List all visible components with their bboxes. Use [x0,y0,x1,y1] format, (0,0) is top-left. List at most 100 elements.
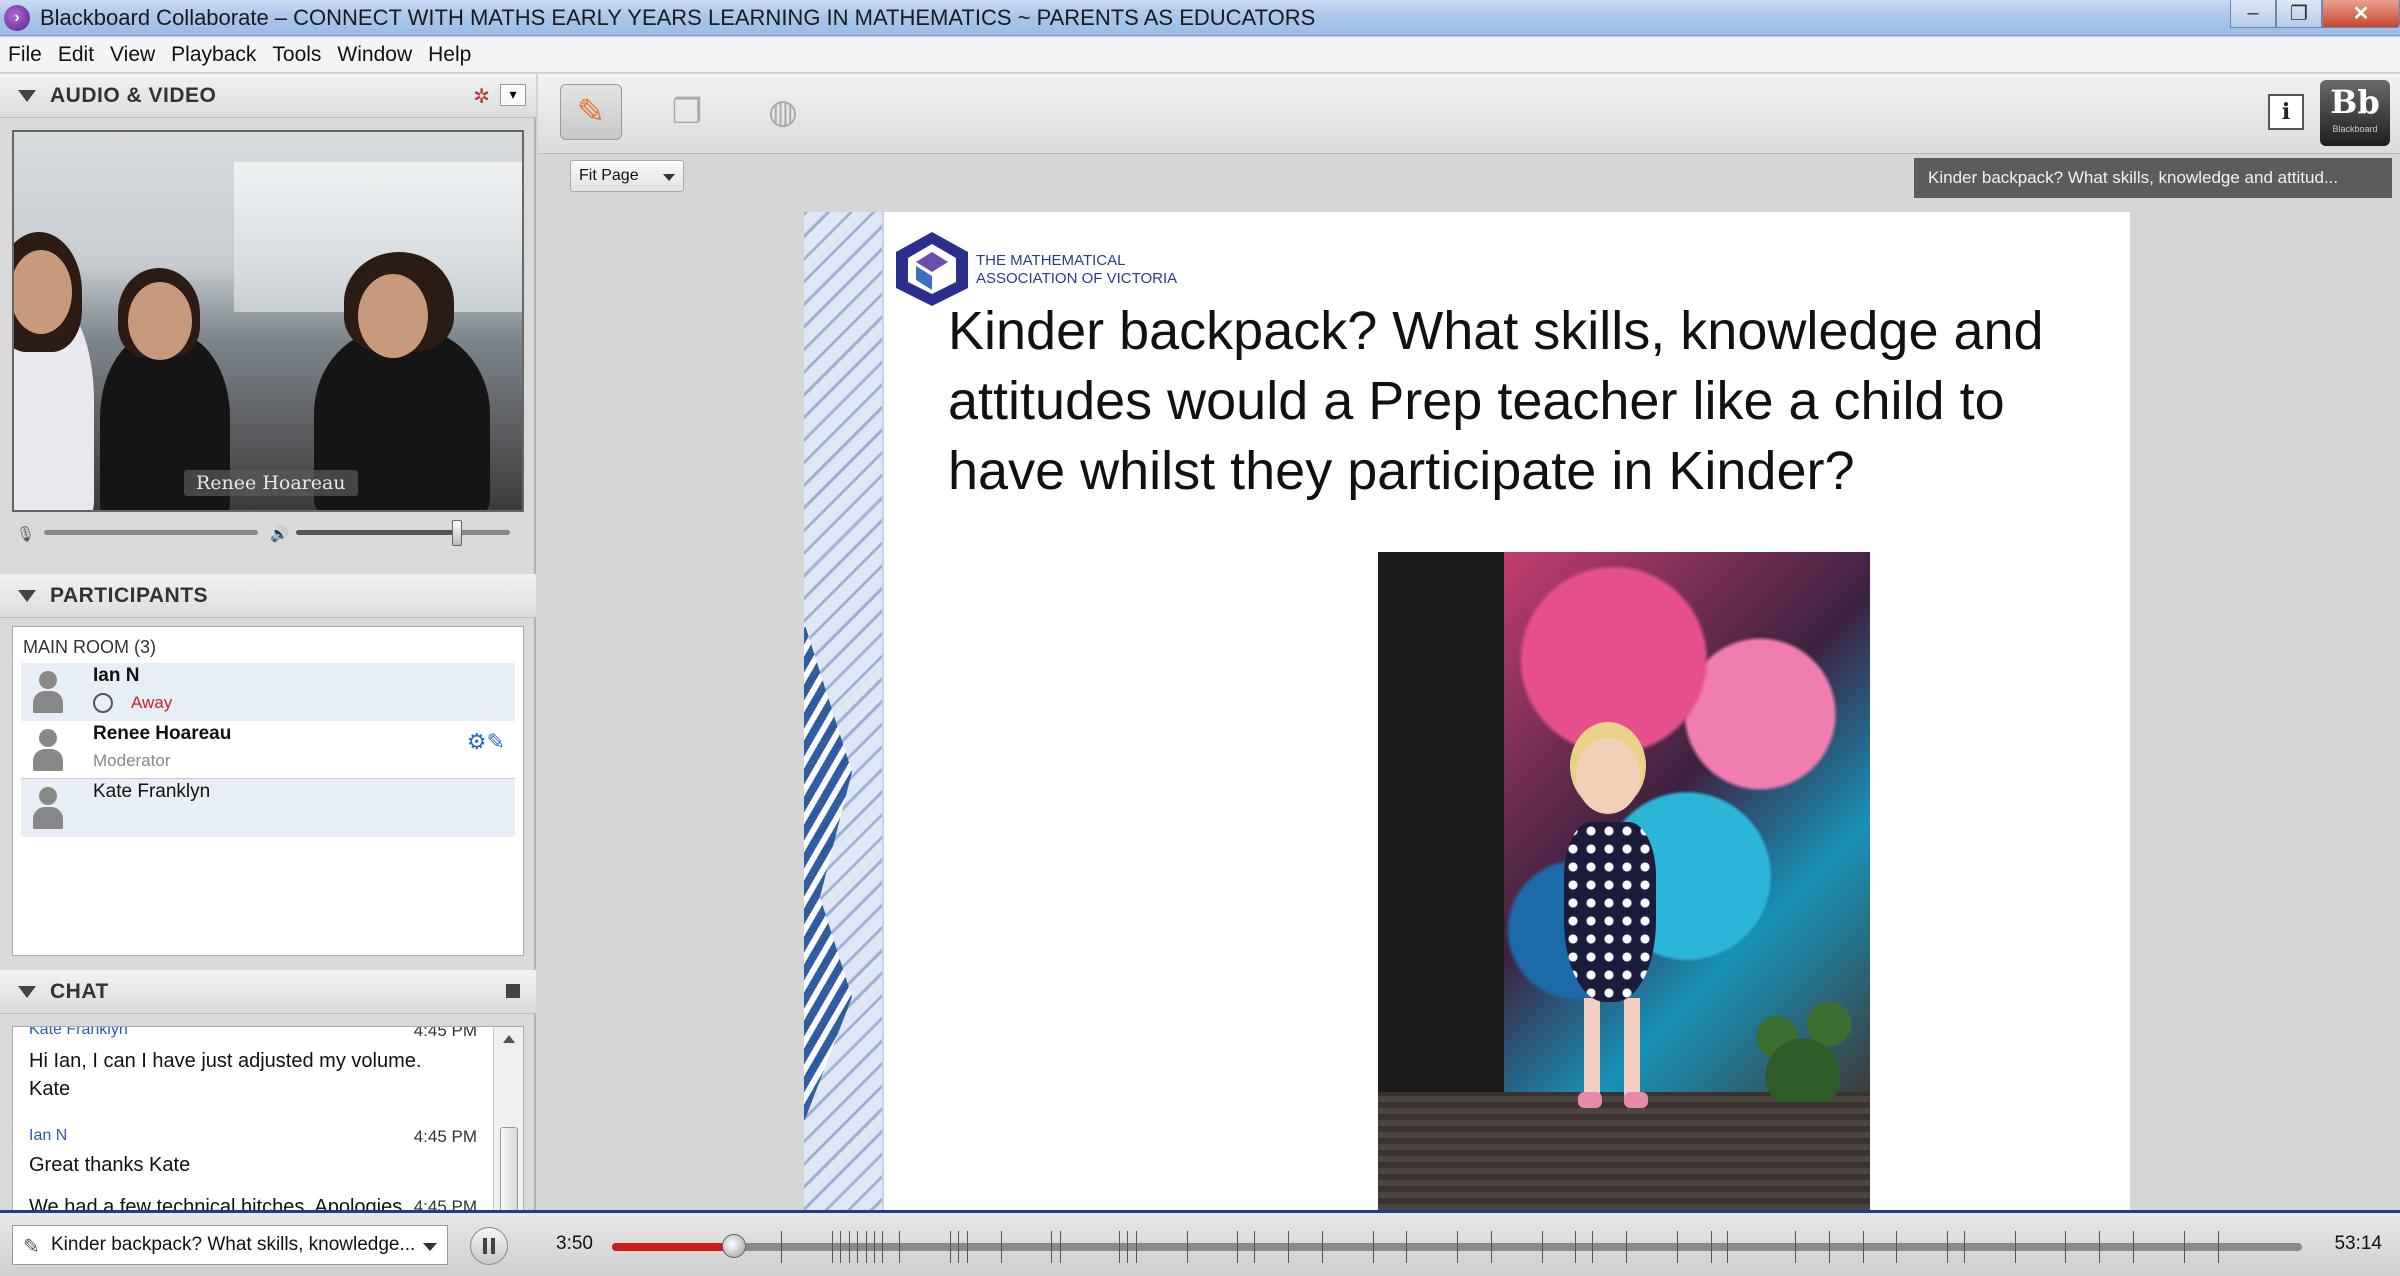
chat-message-text: Hi Ian, I can I have just adjusted my vo… [29,1050,422,1100]
presentation-stage: Fit Page Kinder backpack? What skills, k… [538,154,2400,1210]
info-icon[interactable]: i [2268,94,2304,130]
chat-popout-icon[interactable] [506,984,520,998]
menu-tools[interactable]: Tools [264,43,329,67]
participant-row[interactable]: Kate Franklyn [21,779,515,837]
speaker-icon: 🔊 [270,526,289,543]
participant-row[interactable]: Ian N Away [21,663,515,721]
close-button[interactable]: ✕ [2322,0,2400,28]
video-speaker-name: Renee Hoareau [184,470,358,496]
timeline-marker [950,1231,951,1263]
volume-slider-knob[interactable] [451,520,462,546]
menu-help[interactable]: Help [420,43,479,67]
timeline-marker [1862,1231,1864,1263]
participant-row[interactable]: Renee Hoareau Moderator ⚙✎ [21,721,515,779]
chat-time: 4:45 PM [413,1026,477,1040]
timeline-marker [1592,1231,1594,1263]
slide-select[interactable]: ✎ Kinder backpack? What skills, knowledg… [12,1225,448,1265]
timeline-marker [1186,1231,1188,1263]
mav-logo-line2: ASSOCIATION OF VICTORIA [976,270,1178,287]
participants-header[interactable]: PARTICIPANTS [0,574,536,618]
video-person-center-head [128,282,192,360]
timeline-marker [1947,1231,1949,1263]
collapse-triangle-icon[interactable] [18,985,36,998]
main-room-label: MAIN ROOM (3) [23,637,156,658]
timeline-marker [1896,1231,1898,1263]
chat-title: CHAT [50,979,109,1003]
zoom-select[interactable]: Fit Page [570,160,684,192]
timeline-marker [2183,1231,2185,1263]
timeline-marker [1321,1231,1323,1263]
photo-child-dress [1564,822,1656,1002]
chevron-down-icon [423,1243,437,1251]
avatar-icon [31,671,63,715]
avatar-icon [31,729,63,773]
whiteboard-tool-icon[interactable]: ✎ [560,84,622,140]
content-toolbar: ✎ ❐ ◍ i Bb Blackboard [538,74,2400,154]
slide-select-value: Kinder backpack? What skills, knowledge.… [51,1234,416,1255]
participants-title: PARTICIPANTS [50,583,209,607]
timeline-marker [865,1231,867,1263]
participant-name: Ian N [93,665,140,686]
timeline-marker [781,1231,782,1263]
timeline-marker [1457,1231,1458,1263]
timeline-marker [2014,1231,2016,1263]
collapse-triangle-icon[interactable] [18,589,36,602]
mav-logo-line1: THE MATHEMATICAL [976,252,1126,269]
chat-time: 4:45 PM [413,1127,477,1146]
video-person-right-head [358,274,428,358]
timeline-marker [1127,1231,1129,1263]
restore-button[interactable]: ❐ [2276,0,2322,28]
audio-video-header[interactable]: AUDIO & VIDEO ✲ ▾ [0,74,536,118]
slide-title-chip: Kinder backpack? What skills, knowledge … [1914,158,2392,198]
title-bar: › Blackboard Collaborate – CONNECT WITH … [0,0,2400,36]
minimize-button[interactable]: – [2230,0,2276,28]
timeline-marker [1727,1231,1729,1263]
mic-slider[interactable] [44,530,258,535]
timeline-marker [1828,1231,1830,1263]
menu-view[interactable]: View [102,43,163,67]
participants-list: MAIN ROOM (3) Ian N Away Renee Hoareau M… [12,626,524,956]
menu-playback[interactable]: Playback [163,43,264,67]
pause-button[interactable] [470,1227,508,1265]
chevron-down-icon [663,174,675,181]
menu-file[interactable]: File [0,43,50,67]
playback-bar: ✎ Kinder backpack? What skills, knowledg… [0,1210,2400,1276]
timeline-marker [1237,1231,1239,1263]
clock-icon [93,693,113,713]
timeline-marker [1795,1231,1796,1263]
timeline-marker [1288,1231,1289,1263]
audio-sliders: 🎙 🔊 [12,518,524,548]
menu-edit[interactable]: Edit [50,43,102,67]
web-tour-icon[interactable]: ◍ [752,84,814,140]
timeline-marker [1575,1231,1577,1263]
av-settings-icon[interactable]: ✲ [473,84,490,109]
photo-child-head [1576,738,1640,814]
current-time: 3:50 [556,1233,593,1254]
timeline-marker [1541,1231,1543,1263]
mav-logo-text: THE MATHEMATICAL ASSOCIATION OF VICTORIA [976,252,1177,288]
timeline-marker [2065,1231,2067,1263]
application-share-icon[interactable]: ❐ [656,84,718,140]
panel-menu-icon[interactable]: ▾ [500,84,526,106]
room-count: (3) [134,637,157,657]
blackboard-logo-subtext: Blackboard [2332,124,2378,134]
timeline-marker [2099,1231,2101,1263]
timeline-progress [612,1243,734,1251]
chat-message-text: Great thanks Kate [29,1154,191,1176]
chat-author: Kate Franklyn [29,1026,128,1038]
chat-header[interactable]: CHAT [0,970,536,1014]
app-icon: › [4,4,30,31]
timeline-marker [840,1231,842,1263]
chat-author: Ian N [29,1127,68,1144]
playback-timeline[interactable] [612,1231,2302,1263]
timeline-marker [857,1231,859,1263]
timeline-knob[interactable] [721,1234,746,1258]
timeline-marker [1406,1231,1408,1263]
scroll-up-icon[interactable] [503,1035,515,1043]
menu-window[interactable]: Window [329,43,420,67]
collapse-triangle-icon[interactable] [18,89,36,102]
timeline-marker [848,1231,850,1263]
timeline-marker [2133,1231,2134,1263]
timeline-marker [1059,1231,1061,1263]
participant-name: Kate Franklyn [93,781,211,802]
